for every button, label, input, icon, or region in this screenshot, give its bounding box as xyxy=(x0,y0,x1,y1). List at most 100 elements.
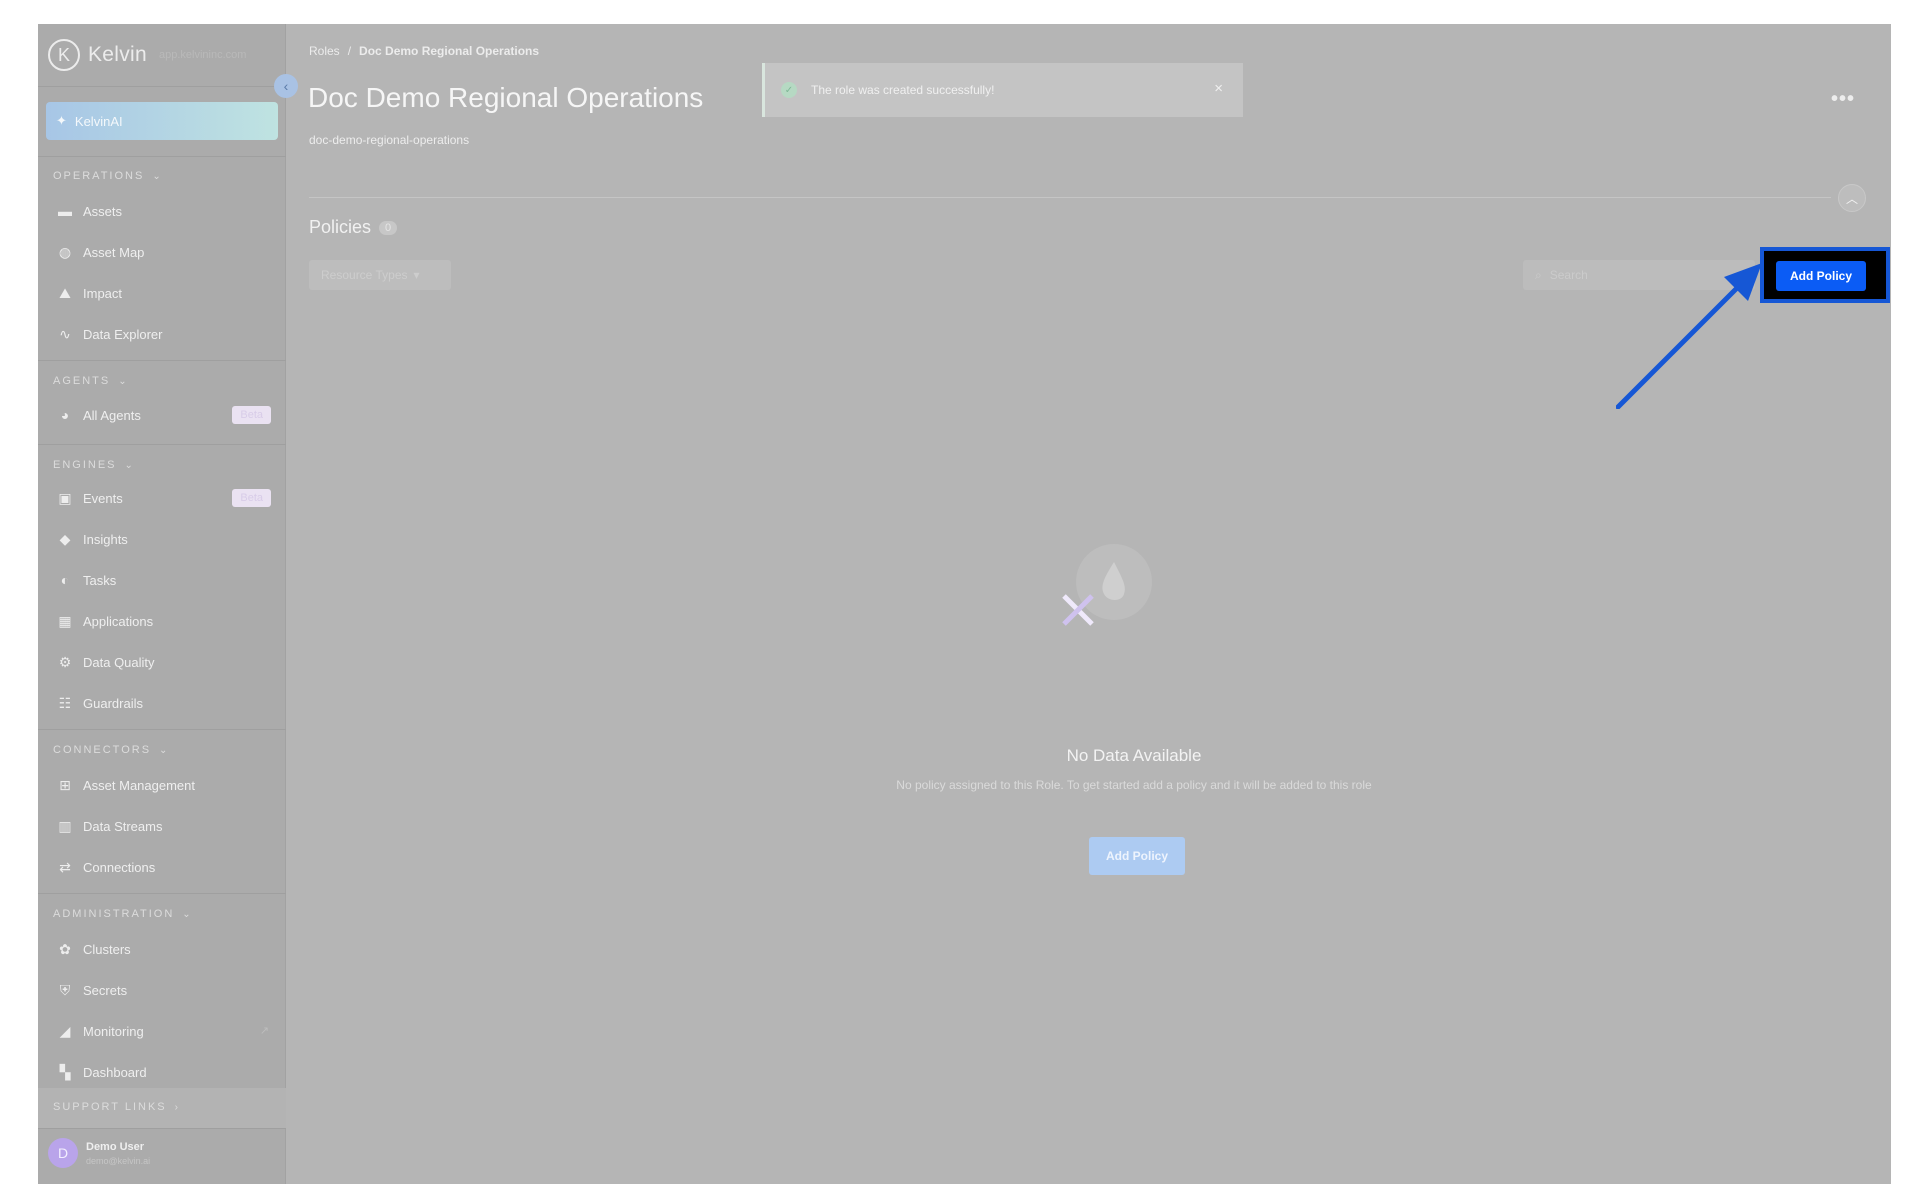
sidebar: K Kelvin app.kelvininc.com ✦ KelvinAI OP… xyxy=(38,24,286,1184)
section-label: SUPPORT LINKS xyxy=(53,1101,167,1113)
divider xyxy=(38,156,286,157)
sidebar-item-applications[interactable]: ▦ Applications xyxy=(57,606,277,636)
page-title: Doc Demo Regional Operations xyxy=(308,82,704,113)
sidebar-item-label: Applications xyxy=(83,613,154,629)
app-window: K Kelvin app.kelvininc.com ✦ KelvinAI OP… xyxy=(38,24,1891,1184)
resource-types-filter[interactable]: Resource Types ▾ xyxy=(309,260,451,290)
sidebar-item-connections[interactable]: ⇄ Connections xyxy=(57,852,277,882)
role-slug: doc-demo-regional-operations xyxy=(309,133,470,147)
chevron-right-icon: › xyxy=(174,1101,178,1113)
success-toast: ✓ The role was created successfully! × xyxy=(762,63,1243,117)
app-logo[interactable]: K Kelvin app.kelvininc.com xyxy=(48,38,246,72)
collapse-sidebar-button[interactable]: ‹ xyxy=(274,74,298,98)
sidebar-item-dashboard[interactable]: ▚ Dashboard xyxy=(57,1057,277,1087)
tag-icon: ◆ xyxy=(59,530,71,547)
chevron-down-icon: ▾ xyxy=(413,268,420,282)
divider xyxy=(38,1128,286,1129)
more-options-button[interactable]: ••• xyxy=(1831,88,1855,111)
sidebar-item-guardrails[interactable]: ☷ Guardrails xyxy=(57,688,277,718)
beta-badge: Beta xyxy=(232,406,271,424)
breadcrumb-separator: / xyxy=(347,44,352,58)
sidebar-item-data-streams[interactable]: ▥ Data Streams xyxy=(57,811,277,841)
check-circle-icon: ✓ xyxy=(781,82,797,98)
sidebar-item-label: Connections xyxy=(83,859,156,875)
section-connectors[interactable]: CONNECTORS ⌄ xyxy=(53,744,167,756)
sidebar-item-all-agents[interactable]: ◕ All Agents Beta xyxy=(57,400,277,430)
sidebar-item-monitoring[interactable]: ◢ Monitoring ↗ xyxy=(57,1016,277,1046)
section-administration[interactable]: ADMINISTRATION ⌄ xyxy=(53,908,191,920)
section-label: ENGINES xyxy=(53,459,117,471)
sidebar-item-label: Assets xyxy=(83,203,123,219)
main-content: Roles / Doc Demo Regional Operations Doc… xyxy=(286,24,1891,1184)
sidebar-item-label: Data Quality xyxy=(83,654,155,670)
impact-chart-icon: ⛰ xyxy=(59,284,71,301)
sidebar-item-impact[interactable]: ⛰ Impact xyxy=(57,278,277,308)
chevron-down-icon: ⌄ xyxy=(118,375,127,387)
asset-management-icon: ⊞ xyxy=(59,776,71,793)
section-agents[interactable]: AGENTS ⌄ xyxy=(53,375,127,387)
section-engines[interactable]: ENGINES ⌄ xyxy=(53,459,133,471)
section-operations[interactable]: OPERATIONS ⌄ xyxy=(53,170,161,182)
sidebar-item-insights[interactable]: ◆ Insights xyxy=(57,524,277,554)
agent-icon: ◕ xyxy=(60,407,70,423)
sidebar-item-data-explorer[interactable]: ∿ Data Explorer xyxy=(57,319,277,349)
divider xyxy=(38,729,286,730)
sidebar-item-label: Data Explorer xyxy=(83,326,163,342)
annotation-arrow-icon xyxy=(1616,263,1762,409)
sidebar-item-assets[interactable]: ▬ Assets xyxy=(57,196,277,226)
sidebar-item-label: Impact xyxy=(83,285,123,301)
sidebar-item-events[interactable]: ▣ Events Beta xyxy=(57,483,277,513)
sidebar-item-label: Dashboard xyxy=(83,1064,147,1080)
empty-state-title: No Data Available xyxy=(1066,746,1202,765)
beta-badge: Beta xyxy=(232,489,271,507)
sparkle-icon: ✦ xyxy=(56,113,67,128)
collapse-details-button[interactable]: ︿ xyxy=(1838,184,1866,212)
user-profile[interactable]: D Demo User demo@kelvin.ai xyxy=(48,1138,150,1168)
app-subtitle: app.kelvininc.com xyxy=(159,49,247,61)
kelvin-ai-button[interactable]: ✦ KelvinAI xyxy=(46,102,278,140)
close-icon[interactable]: × xyxy=(1214,80,1223,97)
sidebar-item-label: Asset Map xyxy=(83,244,145,260)
chevron-left-icon: ‹ xyxy=(283,78,289,94)
avatar: D xyxy=(48,1138,78,1168)
chevron-down-icon: ⌄ xyxy=(124,459,133,471)
policies-title: Policies xyxy=(309,217,372,237)
user-name: Demo User xyxy=(86,1140,145,1153)
app-name: Kelvin xyxy=(88,43,147,66)
breadcrumb: Roles / Doc Demo Regional Operations xyxy=(309,44,539,58)
globe-icon: ◍ xyxy=(58,243,72,260)
chevron-down-icon: ⌄ xyxy=(159,744,168,756)
divider xyxy=(38,360,286,361)
sidebar-item-label: Guardrails xyxy=(83,695,143,711)
sidebar-item-tasks[interactable]: ◐ Tasks xyxy=(57,565,277,595)
support-links[interactable]: SUPPORT LINKS › xyxy=(38,1088,286,1128)
events-icon: ▣ xyxy=(58,489,72,506)
monitoring-icon: ◢ xyxy=(59,1022,71,1039)
divider xyxy=(309,197,1831,198)
kelvin-ai-label: KelvinAI xyxy=(74,113,123,129)
sidebar-item-asset-management[interactable]: ⊞ Asset Management xyxy=(57,770,277,800)
divider xyxy=(38,86,286,87)
pulse-icon: ∿ xyxy=(59,325,71,342)
toast-message: The role was created successfully! xyxy=(811,83,995,97)
empty-state-add-policy-button[interactable]: Add Policy xyxy=(1089,837,1185,875)
empty-state-description: No policy assigned to this Role. To get … xyxy=(896,778,1372,792)
sidebar-item-asset-map[interactable]: ◍ Asset Map xyxy=(57,237,277,267)
gear-icon: ⚙ xyxy=(58,653,72,670)
sidebar-item-clusters[interactable]: ✿ Clusters xyxy=(57,934,277,964)
sidebar-item-label: Insights xyxy=(83,531,128,547)
section-support-links: SUPPORT LINKS › xyxy=(53,1101,178,1113)
sidebar-item-label: Data Streams xyxy=(83,818,163,834)
add-policy-button[interactable]: Add Policy xyxy=(1776,261,1866,291)
chevron-down-icon: ⌄ xyxy=(152,170,161,182)
sidebar-item-label: Monitoring xyxy=(83,1023,144,1039)
no-data-illustration-icon xyxy=(1062,544,1152,626)
sidebar-item-data-quality[interactable]: ⚙ Data Quality xyxy=(57,647,277,677)
tasks-icon: ◐ xyxy=(60,572,70,588)
connections-icon: ⇄ xyxy=(59,858,71,875)
breadcrumb-roles-link[interactable]: Roles xyxy=(309,44,340,58)
sidebar-item-secrets[interactable]: ⛨ Secrets xyxy=(57,975,277,1005)
chevron-down-icon: ⌄ xyxy=(182,908,191,920)
breadcrumb-current: Doc Demo Regional Operations xyxy=(359,44,540,58)
section-label: ADMINISTRATION xyxy=(53,908,175,920)
